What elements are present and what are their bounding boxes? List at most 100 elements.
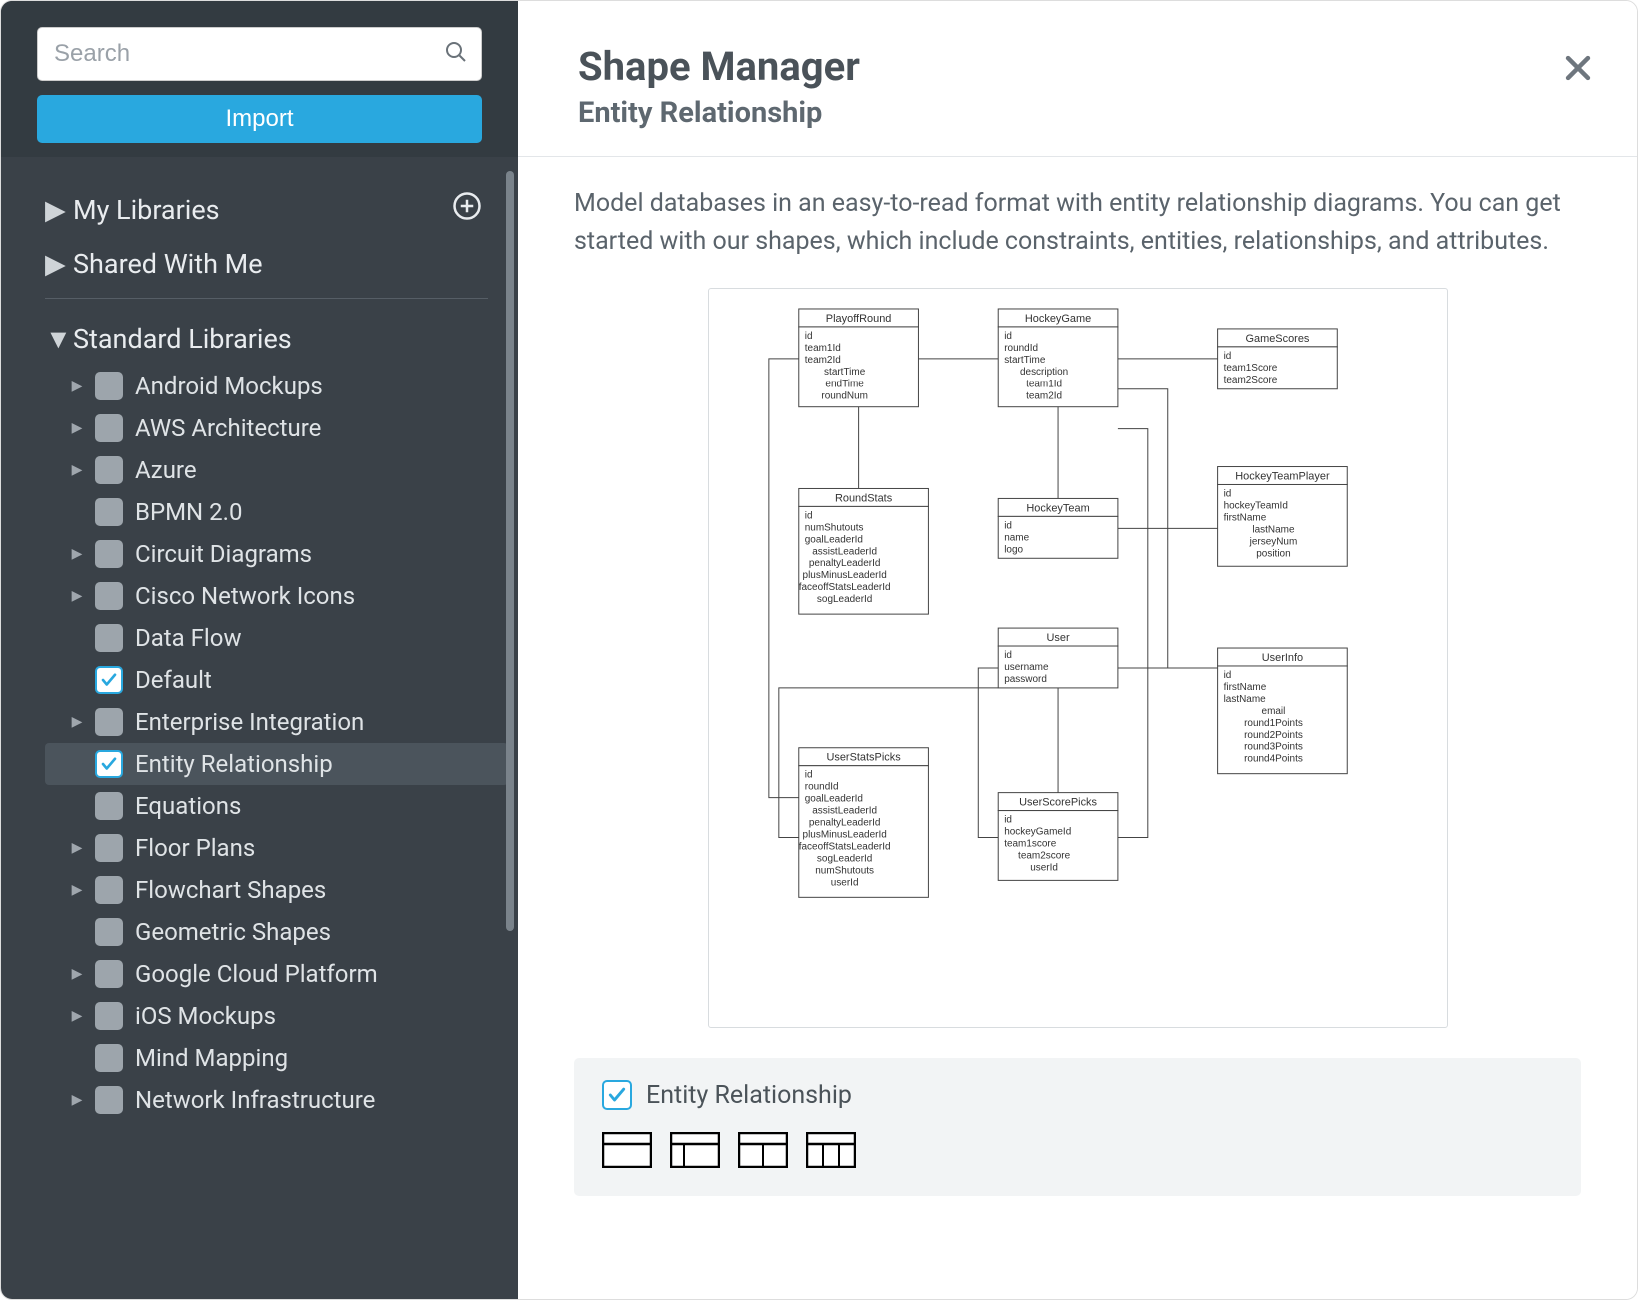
library-item[interactable]: ▶Floor Plans: [45, 827, 508, 869]
library-item[interactable]: ▶Google Cloud Platform: [45, 953, 508, 995]
library-item[interactable]: ▶Entity Relationship: [45, 743, 508, 785]
svg-text:email: email: [1261, 706, 1285, 717]
entity-shape-3-icon[interactable]: [738, 1132, 788, 1168]
library-checkbox[interactable]: [95, 708, 123, 736]
svg-text:team1Score: team1Score: [1223, 363, 1277, 374]
library-checkbox[interactable]: [95, 624, 123, 652]
svg-text:numShutouts: numShutouts: [815, 865, 874, 876]
library-item[interactable]: ▶Flowchart Shapes: [45, 869, 508, 911]
svg-text:id: id: [1223, 488, 1231, 499]
search-wrap: [37, 27, 482, 81]
library-checkbox[interactable]: [95, 372, 123, 400]
library-checkbox[interactable]: [95, 918, 123, 946]
svg-text:penaltyLeaderId: penaltyLeaderId: [808, 558, 880, 569]
svg-text:jerseyNum: jerseyNum: [1248, 536, 1297, 547]
svg-text:User: User: [1046, 632, 1069, 644]
library-checkbox[interactable]: [95, 960, 123, 988]
svg-text:team2Id: team2Id: [1026, 391, 1062, 402]
library-item[interactable]: ▶Default: [45, 659, 508, 701]
svg-text:position: position: [1256, 548, 1290, 559]
description-text: Model databases in an easy-to-read forma…: [574, 185, 1574, 260]
svg-text:UserStatsPicks: UserStatsPicks: [826, 752, 901, 764]
svg-text:round3Points: round3Points: [1244, 742, 1303, 753]
svg-text:HockeyGame: HockeyGame: [1024, 313, 1090, 325]
entity-shape-1-icon[interactable]: [602, 1132, 652, 1168]
tree-section-my-libraries[interactable]: ▶ My Libraries: [45, 181, 508, 238]
library-item[interactable]: ▶Azure: [45, 449, 508, 491]
shape-group-checkbox[interactable]: [602, 1080, 632, 1110]
library-label: Floor Plans: [135, 834, 255, 862]
library-item[interactable]: ▶Network Infrastructure: [45, 1079, 508, 1121]
library-checkbox[interactable]: [95, 1086, 123, 1114]
library-checkbox[interactable]: [95, 876, 123, 904]
svg-text:sogLeaderId: sogLeaderId: [816, 853, 871, 864]
svg-text:startTime: startTime: [1004, 355, 1046, 366]
library-checkbox[interactable]: [95, 456, 123, 484]
section-label: My Libraries: [73, 194, 220, 226]
svg-text:lastName: lastName: [1223, 694, 1266, 705]
shape-group-header[interactable]: Entity Relationship: [602, 1080, 1553, 1110]
add-library-icon[interactable]: [452, 191, 482, 228]
svg-text:id: id: [1223, 670, 1231, 681]
library-checkbox[interactable]: [95, 750, 123, 778]
svg-text:id: id: [804, 510, 812, 521]
tree-section-standard-libraries[interactable]: ▼ Standard Libraries: [45, 313, 508, 365]
library-checkbox[interactable]: [95, 792, 123, 820]
svg-text:faceoffStatsLeaderId: faceoffStatsLeaderId: [798, 841, 890, 852]
tree-section-shared-with-me[interactable]: ▶ Shared With Me: [45, 238, 508, 290]
library-item[interactable]: ▶BPMN 2.0: [45, 491, 508, 533]
library-label: Default: [135, 666, 212, 694]
library-checkbox[interactable]: [95, 498, 123, 526]
library-item[interactable]: ▶Cisco Network Icons: [45, 575, 508, 617]
library-item[interactable]: ▶ AWS Architecture: [45, 407, 508, 449]
import-button[interactable]: Import: [37, 95, 482, 143]
library-item[interactable]: ▶Geometric Shapes: [45, 911, 508, 953]
caret-right-icon: ▶: [71, 420, 83, 436]
library-checkbox[interactable]: [95, 666, 123, 694]
svg-text:round2Points: round2Points: [1244, 730, 1303, 741]
library-label: Entity Relationship: [135, 750, 333, 778]
svg-text:team1Id: team1Id: [804, 343, 840, 354]
svg-text:firstName: firstName: [1223, 512, 1266, 523]
library-item[interactable]: ▶Data Flow: [45, 617, 508, 659]
library-checkbox[interactable]: [95, 582, 123, 610]
svg-text:GameScores: GameScores: [1245, 333, 1309, 345]
scrollbar-thumb[interactable]: [506, 171, 514, 931]
svg-text:userId: userId: [1030, 862, 1058, 873]
entity-shape-2-icon[interactable]: [670, 1132, 720, 1168]
library-label: Azure: [135, 456, 197, 484]
svg-text:penaltyLeaderId: penaltyLeaderId: [808, 818, 880, 829]
svg-text:team1Id: team1Id: [1026, 379, 1062, 390]
library-checkbox[interactable]: [95, 414, 123, 442]
svg-text:name: name: [1004, 532, 1029, 543]
library-label: Cisco Network Icons: [135, 582, 355, 610]
library-item[interactable]: ▶iOS Mockups: [45, 995, 508, 1037]
diagram-preview: PlayoffRound id team1Id team2Id startTim…: [708, 288, 1448, 1028]
library-item[interactable]: ▶Enterprise Integration: [45, 701, 508, 743]
library-label: AWS Architecture: [135, 414, 321, 442]
svg-text:description: description: [1019, 367, 1067, 378]
caret-right-icon: ▶: [71, 546, 83, 562]
library-item[interactable]: ▶Android Mockups: [45, 365, 508, 407]
close-icon[interactable]: [1561, 51, 1595, 89]
svg-text:id: id: [804, 770, 812, 781]
search-input[interactable]: [37, 27, 482, 81]
library-checkbox[interactable]: [95, 834, 123, 862]
main-header: Shape Manager Entity Relationship: [518, 1, 1637, 157]
library-item[interactable]: ▶Mind Mapping: [45, 1037, 508, 1079]
library-checkbox[interactable]: [95, 1002, 123, 1030]
svg-text:roundId: roundId: [804, 782, 838, 793]
library-checkbox[interactable]: [95, 1044, 123, 1072]
svg-text:RoundStats: RoundStats: [834, 492, 892, 504]
svg-text:numShutouts: numShutouts: [804, 522, 863, 533]
svg-text:id: id: [1223, 351, 1231, 362]
library-item[interactable]: ▶Circuit Diagrams: [45, 533, 508, 575]
svg-text:goalLeaderId: goalLeaderId: [804, 794, 862, 805]
library-label: iOS Mockups: [135, 1002, 276, 1030]
svg-text:startTime: startTime: [824, 367, 866, 378]
library-item[interactable]: ▶Equations: [45, 785, 508, 827]
svg-text:round1Points: round1Points: [1244, 718, 1303, 729]
library-checkbox[interactable]: [95, 540, 123, 568]
svg-text:faceoffStatsLeaderId: faceoffStatsLeaderId: [798, 582, 890, 593]
entity-shape-4-icon[interactable]: [806, 1132, 856, 1168]
